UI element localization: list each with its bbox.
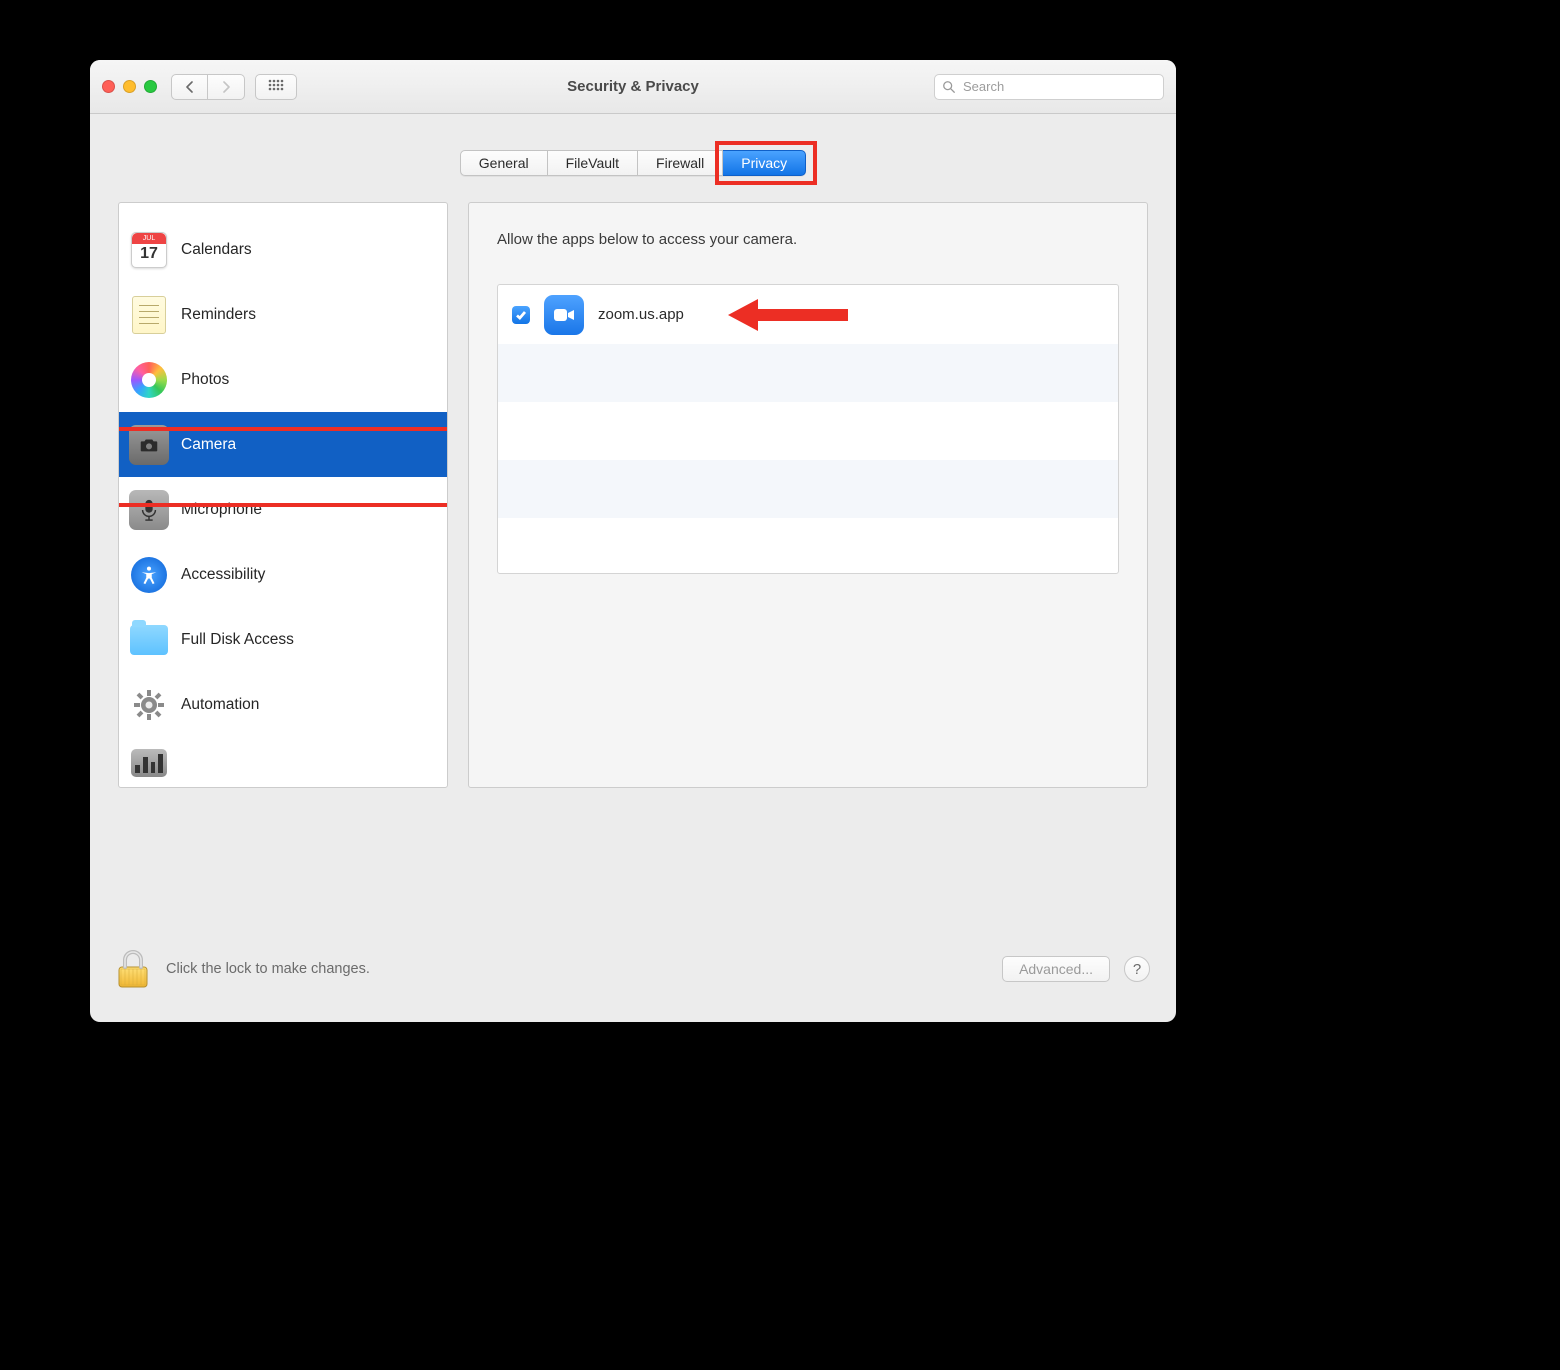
contacts-icon <box>129 211 169 217</box>
advanced-button[interactable]: Advanced... <box>1002 956 1110 982</box>
tab-general[interactable]: General <box>460 150 548 176</box>
photos-icon <box>129 360 169 400</box>
button-label: Advanced... <box>1019 961 1093 977</box>
show-all-button[interactable] <box>255 74 297 100</box>
sidebar-item-label: Full Disk Access <box>181 631 294 649</box>
content-pane: Calendars Reminders Photos Camera Mi <box>90 202 1176 788</box>
traffic-lights <box>102 80 157 93</box>
camera-icon <box>129 425 169 465</box>
tab-bar: General FileVault Firewall Privacy <box>90 114 1176 202</box>
search-input[interactable] <box>961 78 1156 95</box>
sidebar-item-analytics[interactable] <box>119 737 447 788</box>
tab-label: FileVault <box>566 155 619 171</box>
sidebar-item-contacts[interactable] <box>119 203 447 217</box>
calendar-icon <box>129 230 169 270</box>
annotation-arrow <box>728 299 848 331</box>
detail-header: Allow the apps below to access your came… <box>497 231 1119 248</box>
zoom-window-button[interactable] <box>144 80 157 93</box>
sidebar-item-label: Photos <box>181 371 229 389</box>
reminders-icon <box>129 295 169 335</box>
zoom-icon <box>544 295 584 335</box>
tab-firewall[interactable]: Firewall <box>638 150 723 176</box>
nav-buttons <box>171 74 245 100</box>
folder-icon <box>129 620 169 660</box>
tab-label: Privacy <box>741 155 787 171</box>
list-stripe <box>498 402 1118 460</box>
sidebar-item-full-disk[interactable]: Full Disk Access <box>119 607 447 672</box>
sidebar-item-calendars[interactable]: Calendars <box>119 217 447 282</box>
forward-button[interactable] <box>208 74 245 100</box>
sidebar-item-label: Camera <box>181 436 236 454</box>
back-button[interactable] <box>171 74 208 100</box>
footer: Click the lock to make changes. Advanced… <box>90 916 1176 1022</box>
sidebar-item-camera[interactable]: Camera <box>119 412 447 477</box>
sidebar-item-label: Accessibility <box>181 566 265 584</box>
sidebar-item-label: Microphone <box>181 501 262 519</box>
lock-text: Click the lock to make changes. <box>166 961 370 977</box>
close-window-button[interactable] <box>102 80 115 93</box>
titlebar: Security & Privacy <box>90 60 1176 114</box>
tab-privacy[interactable]: Privacy <box>723 150 806 176</box>
gear-icon <box>129 685 169 725</box>
lock-icon[interactable] <box>116 949 150 989</box>
detail-pane: Allow the apps below to access your came… <box>468 202 1148 788</box>
tab-label: General <box>479 155 529 171</box>
sidebar-item-photos[interactable]: Photos <box>119 347 447 412</box>
sidebar-item-automation[interactable]: Automation <box>119 672 447 737</box>
app-name: zoom.us.app <box>598 306 684 323</box>
sidebar-item-label: Reminders <box>181 306 256 324</box>
list-stripe <box>498 460 1118 518</box>
app-list[interactable]: zoom.us.app <box>497 284 1119 574</box>
tab-label: Firewall <box>656 155 704 171</box>
analytics-icon <box>129 743 169 783</box>
sidebar-item-label: Calendars <box>181 241 252 259</box>
help-button[interactable]: ? <box>1124 956 1150 982</box>
app-row[interactable]: zoom.us.app <box>498 285 1118 344</box>
button-label: ? <box>1133 961 1141 978</box>
search-field[interactable] <box>934 74 1164 100</box>
privacy-sidebar[interactable]: Calendars Reminders Photos Camera Mi <box>118 202 448 788</box>
tab-filevault[interactable]: FileVault <box>548 150 638 176</box>
sidebar-item-reminders[interactable]: Reminders <box>119 282 447 347</box>
app-checkbox[interactable] <box>512 306 530 324</box>
sidebar-item-microphone[interactable]: Microphone <box>119 477 447 542</box>
minimize-window-button[interactable] <box>123 80 136 93</box>
sidebar-item-label: Automation <box>181 696 259 714</box>
accessibility-icon <box>129 555 169 595</box>
search-icon <box>942 80 956 94</box>
sidebar-item-accessibility[interactable]: Accessibility <box>119 542 447 607</box>
list-stripe <box>498 344 1118 402</box>
list-stripe <box>498 518 1118 574</box>
system-preferences-window: Security & Privacy General FileVault Fir… <box>90 60 1176 1022</box>
microphone-icon <box>129 490 169 530</box>
